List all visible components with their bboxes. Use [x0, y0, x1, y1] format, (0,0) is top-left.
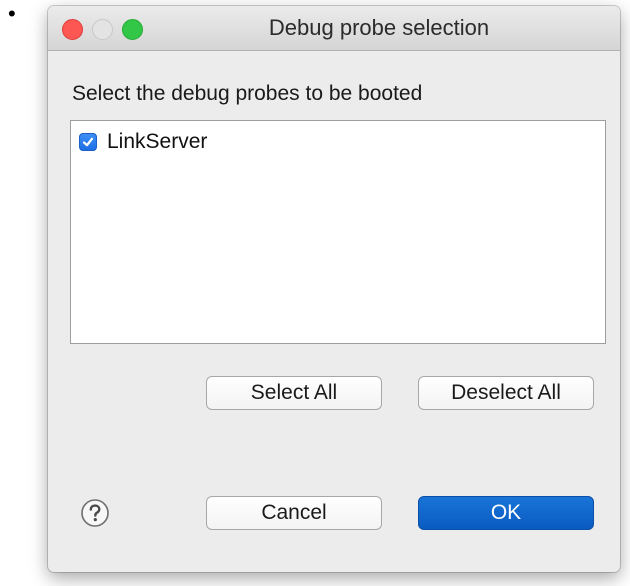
help-icon[interactable]	[80, 498, 110, 528]
list-item-label: LinkServer	[107, 130, 208, 153]
window-title: Debug probe selection	[268, 15, 490, 40]
probe-list[interactable]: LinkServer	[70, 120, 606, 344]
dialog-window: Debug probe selection Select the debug p…	[48, 6, 620, 572]
page: • Debug probe selection Select the debug…	[0, 0, 630, 586]
bullet-point: •	[8, 1, 16, 26]
checkmark-icon	[82, 137, 94, 147]
linkserver-checkbox[interactable]	[79, 133, 97, 151]
select-all-button[interactable]: Select All	[206, 376, 382, 410]
deselect-all-button[interactable]: Deselect All	[418, 376, 594, 410]
cancel-button[interactable]: Cancel	[206, 496, 382, 530]
ok-button[interactable]: OK	[418, 496, 594, 530]
title-bar[interactable]: Debug probe selection	[48, 6, 620, 51]
dialog-prompt: Select the debug probes to be booted	[72, 82, 423, 105]
list-item-linkserver[interactable]: LinkServer	[79, 129, 207, 155]
